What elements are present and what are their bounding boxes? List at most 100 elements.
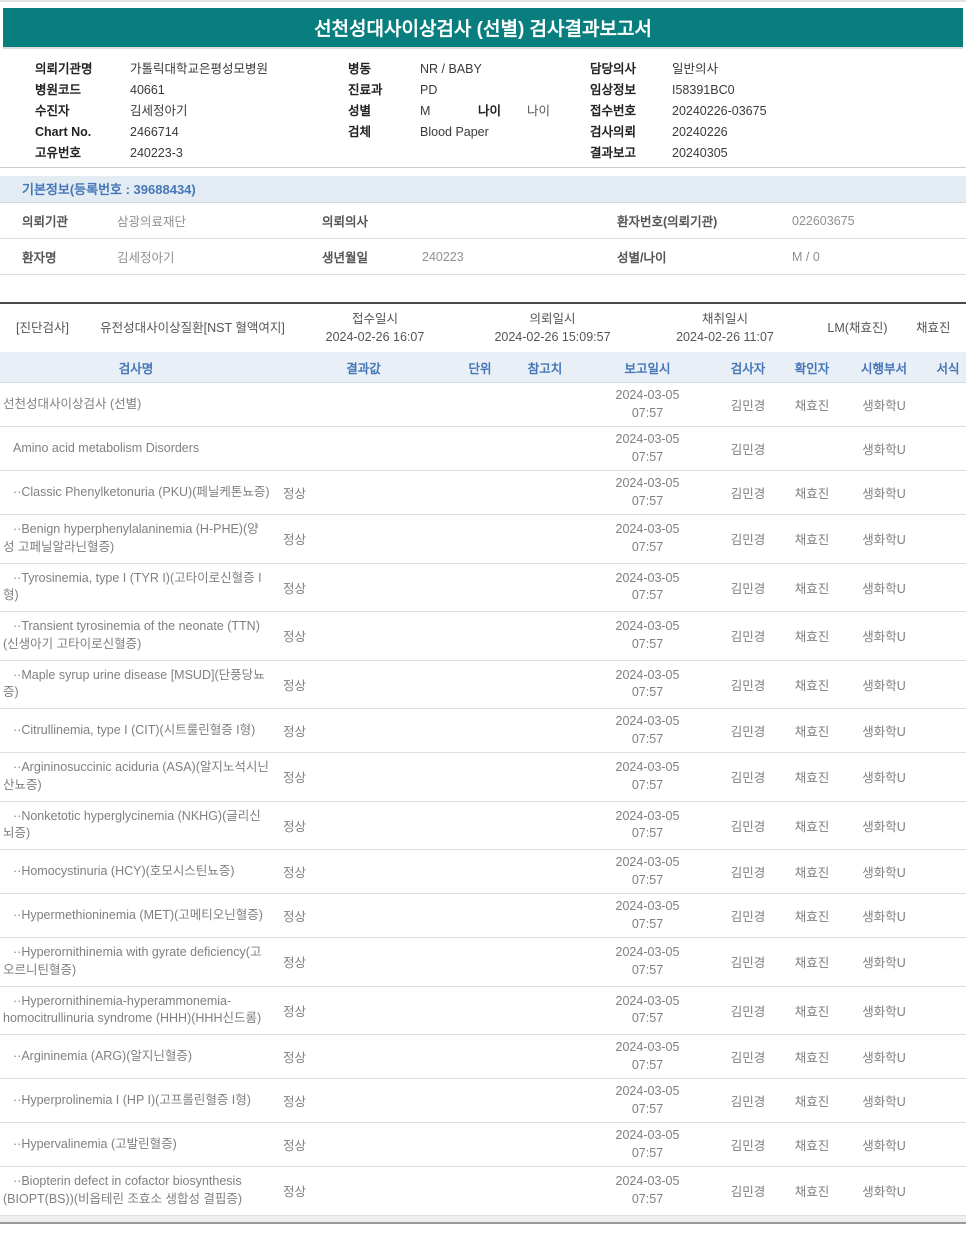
tester-name: 김민경 xyxy=(730,487,766,501)
collect-datetime: 채취일시 2024-02-26 11:07 xyxy=(645,310,805,346)
result-row: ··Citrullinemia, type I (CIT)(시트룰린혈증 I형)… xyxy=(0,709,966,753)
test-result: 정상 xyxy=(283,533,307,548)
basic-label-3: 성별/나이 xyxy=(617,251,667,265)
info-field: 성별 M 나이 나이 xyxy=(348,101,590,122)
department: 생화학U xyxy=(862,1139,906,1153)
report-datetime: 2024-03-05 07:57 xyxy=(585,759,710,794)
info-field: 결과보고 20240305 xyxy=(590,143,966,164)
info-field: 의뢰기관명 가톨릭대학교은평성모병원 xyxy=(35,59,348,80)
department: 생화학U xyxy=(862,1051,906,1065)
tester-name: 김민경 xyxy=(730,1004,766,1019)
report-time: 07:57 xyxy=(631,916,664,931)
department: 생화학U xyxy=(862,1185,906,1200)
report-datetime: 2024-03-05 07:57 xyxy=(585,521,710,556)
col-header-unit: 단위 xyxy=(468,361,492,376)
report-time: 07:57 xyxy=(631,1011,664,1026)
result-row: ··Hypervalinemia (고발린혈증) 정상 2024-03-05 0… xyxy=(0,1123,966,1167)
horizontal-scrollbar[interactable] xyxy=(0,1215,966,1224)
report-time: 07:57 xyxy=(631,1191,664,1206)
report-datetime: 2024-03-05 07:57 xyxy=(585,1173,710,1208)
result-row: ··Benign hyperphenylalaninemia (H-PHE)(양… xyxy=(0,515,966,564)
info-field-value: NR / BABY xyxy=(420,62,482,76)
result-row: ··Nonketotic hyperglycinemia (NKHG)(글리신뇌… xyxy=(0,802,966,850)
report-datetime: 2024-03-05 07:57 xyxy=(585,898,710,933)
test-name: ··Hyperornithinemia-hyperammonemia-homoc… xyxy=(3,993,262,1026)
test-name: ··Hyperornithinemia with gyrate deficien… xyxy=(3,945,262,977)
test-name: 선천성대사이상검사 (선별) xyxy=(3,396,142,411)
report-date: 2024-03-05 xyxy=(615,1084,680,1098)
collect-value: 2024-02-26 11:07 xyxy=(676,330,774,344)
col-header-reference: 참고치 xyxy=(527,361,563,376)
result-row: ··Classic Phenylketonuria (PKU)(페닐케톤뇨증) … xyxy=(0,471,966,515)
report-date: 2024-03-05 xyxy=(615,808,680,823)
section-divider xyxy=(0,167,966,168)
report-time: 07:57 xyxy=(631,777,664,792)
test-name: ··Classic Phenylketonuria (PKU)(페닐케톤뇨증) xyxy=(13,484,270,499)
basic-label-1: 환자명 xyxy=(22,251,57,265)
tester-name: 김민경 xyxy=(730,581,766,596)
info-field: 병원코드 40661 xyxy=(35,80,348,101)
report-date: 2024-03-05 xyxy=(615,899,680,913)
info-field-value: 240223-3 xyxy=(130,146,183,160)
result-row: ··Transient tyrosinemia of the neonate (… xyxy=(0,612,966,661)
test-result: 정상 xyxy=(283,956,307,971)
confirmer-name: 채효진 xyxy=(794,1095,830,1109)
info-field: Chart No. 2466714 xyxy=(35,122,348,143)
test-result: 정상 xyxy=(283,910,307,924)
info-field-value: Blood Paper xyxy=(420,125,489,139)
result-row: ··Maple syrup urine disease [MSUD](단풍당뇨증… xyxy=(0,661,966,709)
info-field-value: 40661 xyxy=(130,83,165,97)
tester-name: 김민경 xyxy=(730,819,766,834)
info-field-label: 병원코드 xyxy=(35,83,82,97)
report-date: 2024-03-05 xyxy=(615,760,680,775)
info-field-label: 결과보고 xyxy=(590,146,637,160)
department: 생화학U xyxy=(862,487,906,501)
result-row: ··Argininosuccinic aciduria (ASA)(알지노석시닌… xyxy=(0,753,966,802)
test-result: 정상 xyxy=(283,1095,307,1109)
basic-info-header: 기본정보(등록번호 : 39688434) xyxy=(0,176,966,203)
confirmer-name: 채효진 xyxy=(794,771,830,786)
info-field-value: I58391BC0 xyxy=(672,83,735,97)
col-header-department: 시행부서 xyxy=(860,361,907,376)
test-result: 정상 xyxy=(283,487,307,501)
confirmer-name: 채효진 xyxy=(794,1004,830,1019)
info-field: 고유번호 240223-3 xyxy=(35,143,348,164)
confirmer-name: 채효진 xyxy=(794,399,830,413)
basic-label-2: 의뢰의사 xyxy=(322,215,369,229)
result-row: ··Hyperornithinemia with gyrate deficien… xyxy=(0,938,966,987)
report-date: 2024-03-05 xyxy=(615,667,680,682)
report-date: 2024-03-05 xyxy=(615,522,680,537)
confirmer-name: 채효진 xyxy=(794,819,830,834)
info-field-value: 가톨릭대학교은평성모병원 xyxy=(130,62,269,76)
report-time: 07:57 xyxy=(631,588,664,603)
report-date: 2024-03-05 xyxy=(615,388,680,402)
test-result: 정상 xyxy=(283,1051,307,1065)
test-result: 정상 xyxy=(283,1185,307,1200)
receipt-label: 접수일시 xyxy=(351,311,398,326)
collect-label: 채취일시 xyxy=(701,311,748,326)
info-field-value: 일반의사 xyxy=(672,62,719,76)
info-field-label: 의뢰기관명 xyxy=(35,62,93,76)
test-result: 정상 xyxy=(283,725,307,739)
order-group-tag: [진단검사] xyxy=(16,320,69,335)
report-datetime: 2024-03-05 07:57 xyxy=(585,570,710,605)
header-info-column-middle: 병동 NR / BABY 진료과 PD 성별 M 나이 나이 검체 Blood Paper xyxy=(348,59,590,164)
test-name: ··Transient tyrosinemia of the neonate (… xyxy=(3,619,260,651)
confirmer-name: 채효진 xyxy=(794,1185,830,1200)
report-date: 2024-03-05 xyxy=(615,993,680,1008)
confirmer-name: 채효진 xyxy=(794,487,830,501)
result-row: Amino acid metabolism Disorders 2024-03-… xyxy=(0,427,966,471)
report-date: 2024-03-05 xyxy=(615,1040,680,1054)
report-date: 2024-03-05 xyxy=(615,945,680,960)
tester-name: 김민경 xyxy=(730,771,766,786)
report-time: 07:57 xyxy=(631,405,664,420)
receipt-value: 2024-02-26 16:07 xyxy=(325,330,425,344)
info-field: 검사의뢰 20240226 xyxy=(590,122,966,143)
test-result: 정상 xyxy=(283,630,307,645)
report-page: 선천성대사이상검사 (선별) 검사결과보고서 의뢰기관명 가톨릭대학교은평성모병원… xyxy=(0,0,966,1238)
tester-name: 김민경 xyxy=(730,956,766,971)
info-field-label: 접수번호 xyxy=(590,104,637,118)
department: 생화학U xyxy=(862,1095,906,1109)
info-field-value: M xyxy=(420,104,431,118)
basic-info-table: 의뢰기관 삼광의료재단 의뢰의사 환자번호(의뢰기관) 022603675 환자… xyxy=(0,203,966,275)
